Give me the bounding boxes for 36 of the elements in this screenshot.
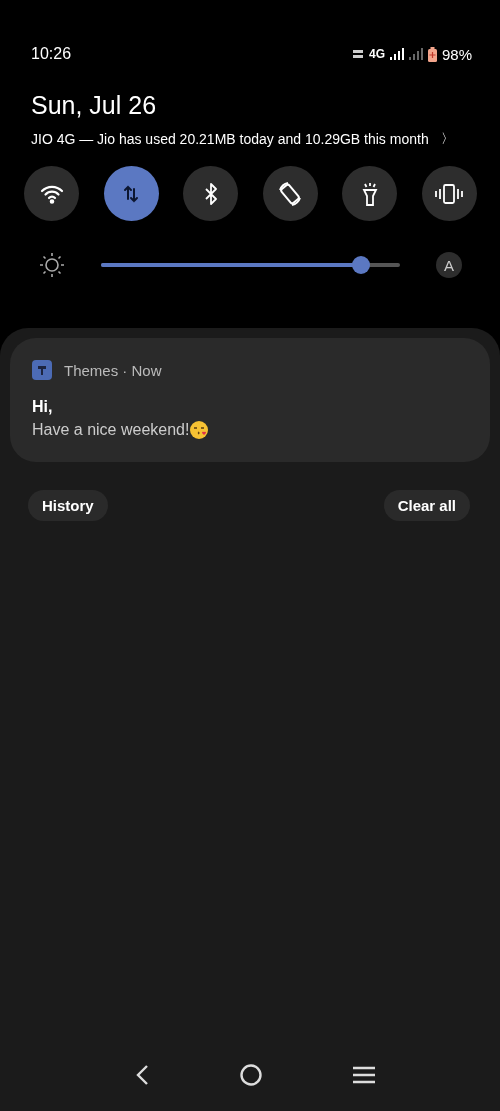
wifi-icon (39, 183, 64, 204)
data-usage-text[interactable]: JIO 4G — Jio has used 20.21MB today and 10.29GB this month (31, 131, 429, 147)
kiss-emoji-icon (189, 420, 210, 440)
vibrate-icon (435, 182, 464, 205)
flashlight-toggle[interactable] (342, 166, 398, 221)
back-icon[interactable] (135, 1064, 149, 1086)
signal-icon (408, 48, 423, 60)
network-type: 4G (368, 47, 385, 61)
data-toggle[interactable] (103, 166, 159, 221)
history-button[interactable]: History (28, 490, 108, 521)
notification-text: Have a nice weekend! (32, 421, 190, 439)
battery-icon (427, 46, 437, 62)
battery-percent: 98% (441, 45, 472, 63)
date: Sun, Jul 26 (30, 90, 158, 120)
bluetooth-toggle[interactable] (183, 166, 239, 221)
wifi-toggle[interactable] (24, 166, 79, 221)
notification-title: Hi, (32, 398, 54, 416)
clear-all-button[interactable]: Clear all (383, 490, 470, 521)
rotate-toggle[interactable] (262, 166, 318, 221)
rotate-icon (277, 180, 304, 207)
brightness-icon (39, 252, 65, 278)
flashlight-icon (360, 181, 379, 206)
vibrate-toggle[interactable] (421, 166, 477, 221)
brightness-slider[interactable] (101, 256, 400, 274)
notification-card[interactable]: Themes · Now Hi, Have a nice weekend! (10, 338, 490, 462)
app-icon (32, 360, 52, 380)
signal-icon (389, 48, 404, 60)
up-down-arrows-icon (123, 183, 140, 204)
menu-icon[interactable] (353, 1066, 375, 1084)
bluetooth-icon (203, 182, 218, 205)
auto-brightness-button[interactable]: A (436, 252, 462, 278)
status-time: 10:26 (31, 45, 72, 63)
chevron-icon[interactable]: 〉 (440, 130, 454, 148)
volte-icon (351, 48, 364, 60)
home-icon[interactable] (239, 1063, 263, 1087)
notification-app: Themes · Now (64, 361, 162, 379)
